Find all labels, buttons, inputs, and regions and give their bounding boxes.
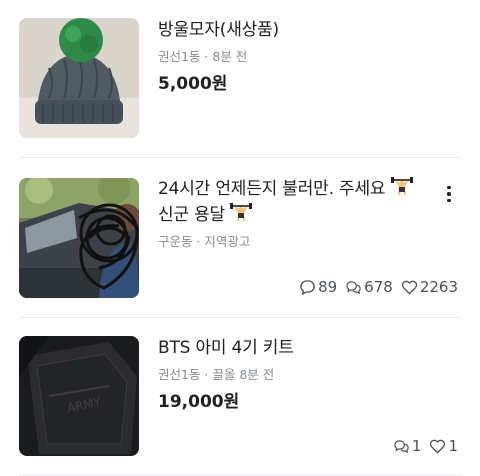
listing-stats: 1 1 bbox=[393, 437, 458, 455]
chat-count: 89 bbox=[299, 278, 337, 296]
chat-count-value: 1 bbox=[411, 437, 422, 455]
listing-thumbnail[interactable] bbox=[19, 178, 139, 298]
listing-title-line1: 24시간 언제든지 불러만. 주세요 bbox=[158, 179, 386, 199]
listing-thumbnail[interactable] bbox=[19, 18, 139, 138]
comment-count: 678 bbox=[345, 278, 393, 296]
comments-icon bbox=[394, 439, 409, 453]
like-count-value: 1 bbox=[448, 437, 458, 455]
listing-meta: 권선1동 · 끌올 8분 전 bbox=[158, 367, 275, 382]
chat-count-value: 89 bbox=[318, 278, 338, 296]
more-options-icon[interactable] bbox=[442, 182, 456, 206]
heart-icon bbox=[430, 439, 446, 453]
listing-item-ad[interactable]: 24시간 언제든지 불러만. 주세요 신군 용달 구운동 · 지역광고 89 6… bbox=[0, 158, 480, 318]
listing-meta: 구운동 · 지역광고 bbox=[158, 234, 251, 249]
comment-count-value: 678 bbox=[364, 278, 393, 296]
listing-item[interactable]: ARMY BTS 아미 4기 키트 권선1동 · 끌올 8분 전 19,000원… bbox=[0, 318, 480, 476]
chat-bubble-icon bbox=[300, 279, 315, 295]
black-box-photo-icon: ARMY bbox=[19, 336, 139, 456]
like-count: 2263 bbox=[401, 278, 458, 296]
listing-stats: 89 678 2263 bbox=[299, 278, 458, 296]
listing-item[interactable]: 방울모자(새상품) 권선1동 · 8분 전 5,000원 bbox=[0, 0, 480, 158]
like-count: 1 bbox=[429, 437, 458, 455]
person-with-car-photo-icon bbox=[19, 178, 139, 298]
listing-title-line2-row[interactable]: 신군 용달 bbox=[158, 201, 253, 231]
knit-beanie-photo-icon bbox=[19, 18, 139, 138]
listing-title-line2: 신군 용달 bbox=[158, 205, 225, 225]
listing-meta: 권선1동 · 8분 전 bbox=[158, 49, 248, 64]
listing-title[interactable]: BTS 아미 4기 키트 bbox=[158, 335, 294, 361]
weightlifter-emoji-icon bbox=[230, 201, 253, 231]
listing-price: 5,000원 bbox=[158, 74, 228, 94]
listing-price: 19,000원 bbox=[158, 392, 240, 412]
chat-count: 1 bbox=[393, 437, 422, 455]
weightlifter-emoji-icon bbox=[390, 175, 413, 205]
comments-icon bbox=[346, 280, 361, 294]
listing-thumbnail[interactable]: ARMY bbox=[19, 336, 139, 456]
listing-title[interactable]: 방울모자(새상품) bbox=[158, 17, 279, 43]
heart-icon bbox=[401, 280, 417, 294]
like-count-value: 2263 bbox=[419, 278, 458, 296]
